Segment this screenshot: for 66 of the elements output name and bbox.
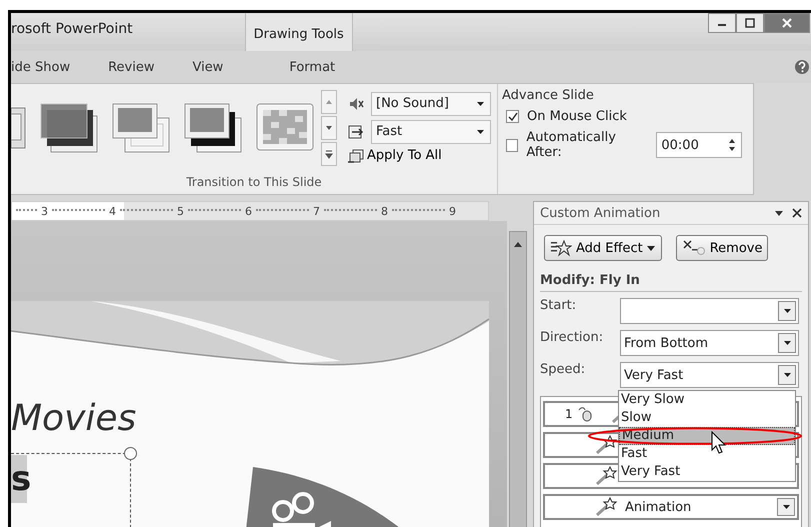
transition-thumbnail[interactable]: [111, 102, 171, 154]
contextual-tab-group: Drawing Tools: [244, 13, 353, 51]
add-effect-button[interactable]: Add Effect: [544, 235, 662, 261]
transition-thumbnail[interactable]: [255, 102, 315, 154]
ruler-number: 3: [41, 204, 48, 218]
field-label: Direction:: [540, 330, 604, 345]
dropdown-field[interactable]: Very Fast: [620, 362, 799, 388]
window-title: rosoft PowerPoint: [11, 21, 133, 37]
mouse-icon: [576, 406, 593, 422]
slides-icon: [347, 148, 365, 164]
help-icon[interactable]: [794, 59, 810, 75]
pane-title: Custom Animation: [540, 206, 662, 220]
scroll-down-button[interactable]: [321, 116, 337, 140]
delete-icon: [682, 239, 706, 257]
group-label: Transition to This Slide: [185, 174, 323, 191]
time-spinner[interactable]: 00:00: [656, 132, 742, 158]
more-icon[interactable]: [324, 148, 334, 158]
ruler-number: 6: [245, 204, 252, 218]
slide-title: Movies: [11, 397, 138, 441]
transition-thumbnail[interactable]: [183, 102, 243, 154]
transition-thumbnail[interactable]: [39, 102, 99, 154]
close-button[interactable]: [764, 13, 810, 33]
dropdown-option[interactable]: Very Fast: [619, 463, 795, 481]
star-icon: [550, 239, 572, 257]
maximize-icon[interactable]: [744, 18, 756, 28]
group-title: Advance Slide: [502, 88, 595, 103]
minimize-button[interactable]: [708, 13, 736, 33]
dropdown-field[interactable]: From Bottom: [620, 330, 799, 356]
field-label: Speed:: [540, 362, 586, 377]
animation-item[interactable]: Animation: [543, 494, 799, 520]
checkbox-label: On Mouse Click: [527, 109, 627, 124]
resize-handle[interactable]: [124, 447, 137, 460]
maximize-button[interactable]: [736, 13, 764, 33]
caret-icon: [646, 244, 656, 252]
remove-button[interactable]: Remove: [676, 235, 768, 261]
checkbox-label: Automatically After:: [526, 130, 617, 160]
ribbon-tab[interactable]: Format: [289, 60, 336, 74]
sound-dropdown[interactable]: [No Sound]: [371, 92, 491, 116]
scroll-up-icon[interactable]: [513, 240, 523, 248]
pane-menu-icon[interactable]: [774, 208, 784, 218]
ruler-number: 8: [381, 204, 388, 218]
mouse-cursor-icon: [711, 431, 727, 455]
ruler-number: 7: [313, 204, 320, 218]
dropdown-field[interactable]: [620, 298, 799, 324]
more-button[interactable]: [321, 142, 337, 166]
star-icon: [595, 497, 617, 517]
checkbox[interactable]: [506, 110, 519, 123]
dropdown-option[interactable]: Fast: [619, 445, 795, 463]
vertical-scrollbar[interactable]: [509, 231, 527, 527]
ribbon-tab[interactable]: ide Show: [11, 60, 84, 74]
section-title: Modify: Fly In: [540, 269, 802, 292]
dropdown-option[interactable]: Slow: [619, 409, 795, 427]
spin-arrows-icon[interactable]: [726, 137, 737, 153]
checkbox[interactable]: [506, 138, 518, 152]
field-label: Start:: [540, 298, 578, 313]
ruler-number: 9: [449, 204, 456, 218]
speed-dropdown[interactable]: Fast: [371, 120, 491, 144]
checkmark-icon: [507, 111, 518, 122]
speed-icon: [347, 122, 365, 140]
ribbon-tab[interactable]: View: [192, 60, 238, 74]
dropdown-option[interactable]: Very Slow: [619, 391, 795, 409]
ruler-number: 4: [109, 204, 116, 218]
ruler-number: 5: [177, 204, 184, 218]
close-icon[interactable]: [792, 208, 802, 218]
apply-to-all-button[interactable]: Apply To All: [347, 148, 491, 164]
ribbon-tab[interactable]: Review: [108, 60, 168, 74]
